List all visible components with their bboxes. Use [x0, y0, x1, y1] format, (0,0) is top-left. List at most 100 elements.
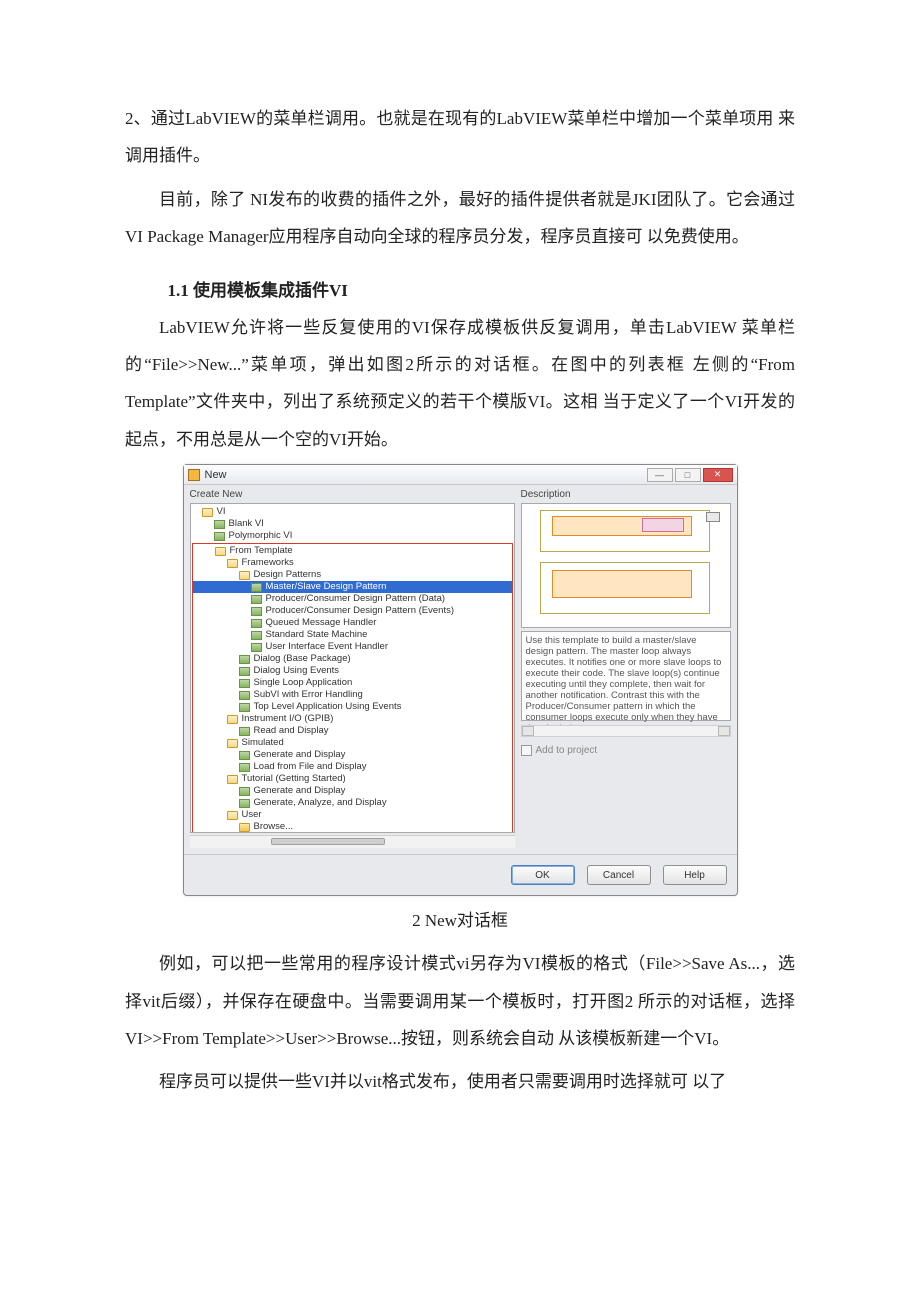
add-to-project-checkbox[interactable] — [521, 745, 532, 756]
minimize-button[interactable]: — — [647, 468, 673, 482]
close-button[interactable]: ✕ — [703, 468, 733, 482]
zoom-icon — [706, 512, 720, 522]
vi-icon — [239, 667, 250, 676]
scroll-left-icon[interactable] — [522, 726, 534, 736]
tree-dialog-base[interactable]: Dialog (Base Package) — [193, 653, 512, 665]
folder-icon — [202, 508, 213, 517]
tree-load-file[interactable]: Load from File and Display — [193, 761, 512, 773]
vi-icon — [239, 799, 250, 808]
tree-label: Polymorphic VI — [229, 530, 293, 542]
tree-gen-analyze[interactable]: Generate, Analyze, and Display — [193, 797, 512, 809]
tree-ssm[interactable]: Standard State Machine — [193, 629, 512, 641]
tree-label: Dialog Using Events — [254, 665, 340, 677]
tree-single-loop[interactable]: Single Loop Application — [193, 677, 512, 689]
vi-icon — [239, 751, 250, 760]
folder-icon — [239, 823, 250, 832]
tree-user[interactable]: User — [193, 809, 512, 821]
paragraph-2: 目前，除了 NI发布的收费的插件之外，最好的插件提供者就是JKI团队了。它会通过… — [125, 181, 795, 256]
tree-label: Load from File and Display — [254, 761, 367, 773]
tree-instrument[interactable]: Instrument I/O (GPIB) — [193, 713, 512, 725]
dialog-buttons: OK Cancel Help — [184, 859, 737, 895]
tree-browse[interactable]: Browse... — [193, 821, 512, 833]
vi-icon — [251, 595, 262, 604]
maximize-button[interactable]: □ — [675, 468, 701, 482]
tree-top-level[interactable]: Top Level Application Using Events — [193, 701, 512, 713]
description-label: Description — [521, 489, 731, 500]
tree-label: User — [242, 809, 262, 821]
vi-icon — [251, 583, 262, 592]
template-preview — [521, 503, 731, 628]
tree-queued[interactable]: Queued Message Handler — [193, 617, 512, 629]
tree-read-display[interactable]: Read and Display — [193, 725, 512, 737]
vi-icon — [239, 655, 250, 664]
vi-icon — [251, 631, 262, 640]
tree-label: Generate and Display — [254, 749, 346, 761]
template-tree[interactable]: VI Blank VI Polymorphic VI From Template… — [190, 503, 515, 833]
vi-icon — [239, 691, 250, 700]
vi-icon — [251, 607, 262, 616]
vi-icon — [239, 763, 250, 772]
tree-label: Simulated — [242, 737, 284, 749]
add-to-project-row: Add to project — [521, 745, 731, 756]
vi-icon — [239, 727, 250, 736]
ok-button[interactable]: OK — [511, 865, 575, 885]
tree-label: Generate and Display — [254, 785, 346, 797]
tree-pc-data[interactable]: Producer/Consumer Design Pattern (Data) — [193, 593, 512, 605]
add-to-project-label: Add to project — [536, 745, 598, 756]
app-icon — [188, 469, 200, 481]
horizontal-scrollbar[interactable] — [190, 835, 515, 848]
folder-icon — [227, 715, 238, 724]
window-title: New — [205, 469, 645, 481]
tree-label: Blank VI — [229, 518, 264, 530]
highlight-box: From Template Frameworks Design Patterns… — [192, 543, 513, 833]
tree-label: SubVI with Error Handling — [254, 689, 363, 701]
tree-vi[interactable]: VI — [192, 506, 513, 518]
tree-from-template[interactable]: From Template — [193, 545, 512, 557]
divider — [184, 854, 737, 855]
tree-label: Queued Message Handler — [266, 617, 377, 629]
tree-label: Single Loop Application — [254, 677, 353, 689]
tree-label: From Template — [230, 545, 293, 557]
scroll-right-icon[interactable] — [718, 726, 730, 736]
paragraph-4: 例如，可以把一些常用的程序设计模式vi另存为VI模板的格式（File>>Save… — [125, 945, 795, 1057]
cancel-button[interactable]: Cancel — [587, 865, 651, 885]
vi-icon — [239, 787, 250, 796]
tree-frameworks[interactable]: Frameworks — [193, 557, 512, 569]
tree-label: Producer/Consumer Design Pattern (Events… — [266, 605, 455, 617]
tree-blank-vi[interactable]: Blank VI — [192, 518, 513, 530]
tree-label: User Interface Event Handler — [266, 641, 389, 653]
paragraph-1: 2、通过LabVIEW的菜单栏调用。也就是在现有的LabVIEW菜单栏中增加一个… — [125, 100, 795, 175]
tree-subvi-err[interactable]: SubVI with Error Handling — [193, 689, 512, 701]
tree-label: Design Patterns — [254, 569, 322, 581]
tree-pc-events[interactable]: Producer/Consumer Design Pattern (Events… — [193, 605, 512, 617]
paragraph-5: 程序员可以提供一些VI并以vit格式发布，使用者只需要调用时选择就可 以了 — [125, 1063, 795, 1100]
tree-master-slave[interactable]: Master/Slave Design Pattern — [193, 581, 512, 593]
vi-icon — [251, 643, 262, 652]
tree-design-patterns[interactable]: Design Patterns — [193, 569, 512, 581]
tree-dialog-events[interactable]: Dialog Using Events — [193, 665, 512, 677]
tree-simulated[interactable]: Simulated — [193, 737, 512, 749]
folder-icon — [227, 559, 238, 568]
titlebar: New — □ ✕ — [184, 465, 737, 485]
tree-label: Dialog (Base Package) — [254, 653, 351, 665]
description-text: Use this template to build a master/slav… — [521, 631, 731, 721]
help-button[interactable]: Help — [663, 865, 727, 885]
tree-polymorphic[interactable]: Polymorphic VI — [192, 530, 513, 542]
tree-label: Tutorial (Getting Started) — [242, 773, 346, 785]
tree-label: Frameworks — [242, 557, 294, 569]
folder-icon — [215, 547, 226, 556]
tree-gen-display2[interactable]: Generate and Display — [193, 785, 512, 797]
new-dialog: New — □ ✕ Create New VI Blank VI Polymor… — [183, 464, 738, 896]
tree-label: Top Level Application Using Events — [254, 701, 402, 713]
tree-tutorial[interactable]: Tutorial (Getting Started) — [193, 773, 512, 785]
heading-1-1: 1.1 使用模板集成插件VI — [125, 276, 795, 301]
vi-icon — [251, 619, 262, 628]
tree-uievent[interactable]: User Interface Event Handler — [193, 641, 512, 653]
vi-icon — [239, 703, 250, 712]
desc-scrollbar[interactable] — [521, 725, 731, 737]
tree-label: Producer/Consumer Design Pattern (Data) — [266, 593, 446, 605]
tree-gen-display[interactable]: Generate and Display — [193, 749, 512, 761]
tree-label: Instrument I/O (GPIB) — [242, 713, 334, 725]
folder-icon — [227, 775, 238, 784]
folder-icon — [227, 811, 238, 820]
